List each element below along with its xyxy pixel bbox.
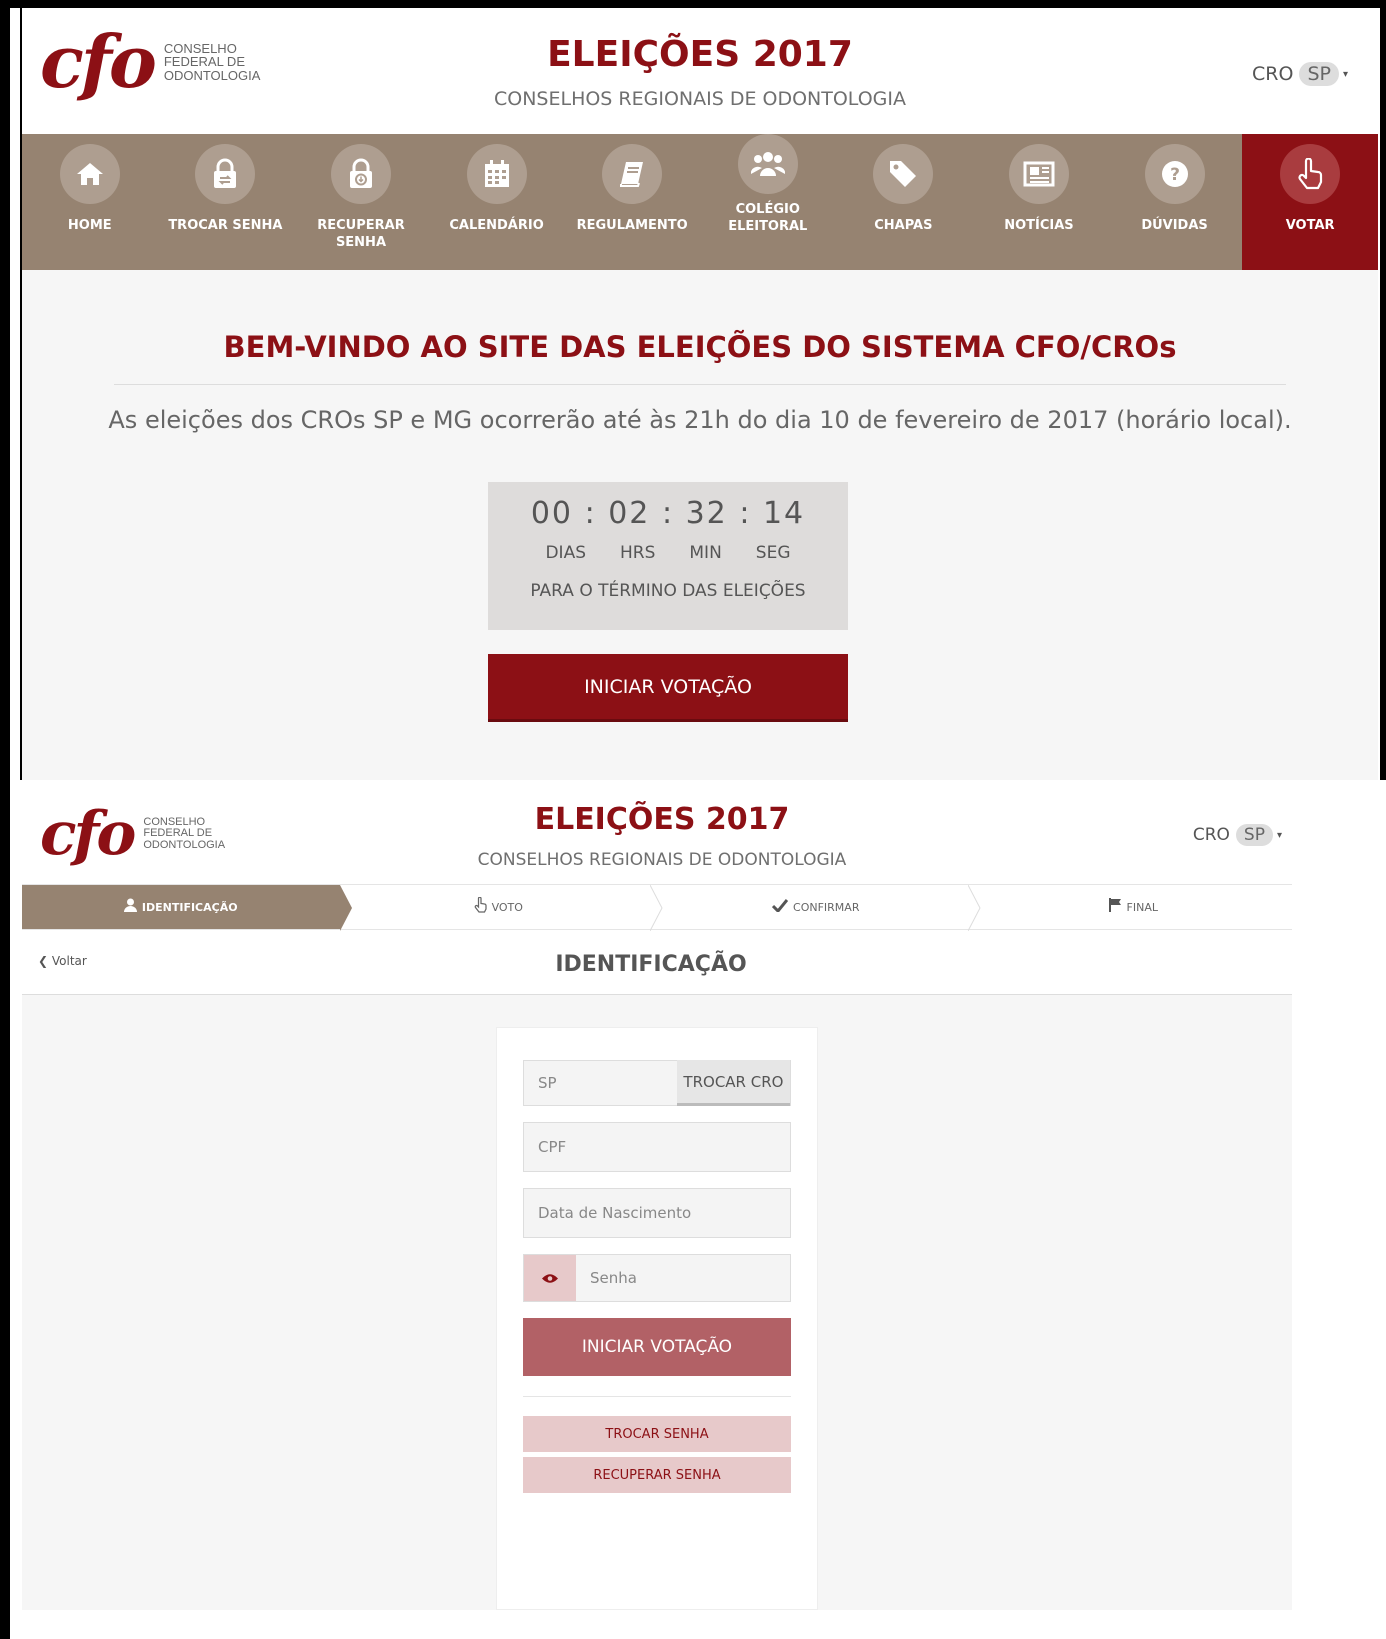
birthdate-input[interactable]: Data de Nascimento bbox=[523, 1188, 791, 1238]
eye-icon[interactable] bbox=[524, 1255, 576, 1301]
nav-item-duvidas[interactable]: ? DÚVIDAS bbox=[1107, 134, 1243, 270]
nav-item-noticias[interactable]: NOTÍCIAS bbox=[971, 134, 1107, 270]
newspaper-icon bbox=[1008, 144, 1069, 204]
nav-label: TROCAR SENHA bbox=[168, 218, 283, 233]
nav-label: VOTAR bbox=[1285, 218, 1335, 233]
book-icon bbox=[602, 144, 663, 204]
nav-label: CALENDÁRIO bbox=[449, 218, 544, 233]
caret-down-icon: ▾ bbox=[1276, 829, 1282, 841]
nav-item-home[interactable]: HOME bbox=[22, 134, 158, 270]
home-screen: cfo CONSELHO FEDERAL DE ODONTOLOGIA ELEI… bbox=[22, 8, 1378, 780]
calendar-icon bbox=[466, 144, 527, 204]
user-icon bbox=[123, 898, 137, 916]
check-icon bbox=[771, 898, 789, 916]
countdown-seconds: 14 bbox=[762, 496, 806, 531]
nav-label: REGULAMENTO bbox=[576, 218, 688, 233]
step-label: IDENTIFICAÇÃO bbox=[141, 900, 238, 914]
swap-cro-button[interactable]: TROCAR CRO bbox=[676, 1060, 790, 1106]
nav-label: CHAPAS bbox=[874, 218, 933, 233]
divider bbox=[114, 384, 1286, 385]
cro-label: CRO bbox=[1192, 825, 1230, 845]
step-confirmar: CONFIRMAR bbox=[657, 885, 981, 931]
page-title: IDENTIFICAÇÃO bbox=[555, 952, 747, 977]
step-label: VOTO bbox=[491, 900, 523, 914]
cro-field-value: SP bbox=[538, 1074, 557, 1092]
site-title: ELEIÇÕES 2017 bbox=[534, 802, 790, 837]
frame-border-top bbox=[0, 0, 1386, 8]
site-subtitle: CONSELHOS REGIONAIS DE ODONTOLOGIA bbox=[477, 850, 847, 870]
password-field: Senha bbox=[523, 1254, 791, 1302]
cpf-placeholder: CPF bbox=[538, 1138, 567, 1156]
identification-screen: cfo CONSELHO FEDERAL DE ODONTOLOGIA ELEI… bbox=[22, 780, 1378, 1639]
nav-label: RECUPERAR SENHA bbox=[317, 218, 405, 250]
countdown-units: DIAS HRS MIN SEG bbox=[488, 543, 848, 563]
home-icon bbox=[59, 144, 120, 204]
countdown-hours: 02 bbox=[608, 496, 651, 531]
question-icon: ? bbox=[1144, 144, 1205, 204]
step-final: FINAL bbox=[975, 885, 1293, 929]
step-voto: VOTO bbox=[340, 885, 663, 931]
countdown-minutes: 32 bbox=[685, 496, 728, 531]
election-notice: As eleições dos CROs SP e MG ocorrerão a… bbox=[108, 406, 1292, 434]
cro-badge: SP bbox=[1299, 62, 1339, 86]
svg-text:?: ? bbox=[1170, 165, 1180, 185]
cro-selector[interactable]: CRO SP ▾ bbox=[1252, 62, 1348, 86]
users-icon bbox=[737, 134, 798, 194]
change-password-button[interactable]: TROCAR SENHA bbox=[523, 1416, 791, 1452]
countdown-values: 00 : 02 : 32 : 14 bbox=[530, 496, 806, 531]
cro-selector[interactable]: CRO SP ▾ bbox=[1193, 824, 1282, 846]
start-voting-button[interactable]: INICIAR VOTAÇÃO bbox=[523, 1318, 791, 1376]
password-input[interactable]: Senha bbox=[576, 1269, 637, 1287]
birthdate-placeholder: Data de Nascimento bbox=[538, 1204, 692, 1222]
cro-label: CRO bbox=[1252, 63, 1294, 85]
cpf-input[interactable]: CPF bbox=[523, 1122, 791, 1172]
start-voting-button[interactable]: INICIAR VOTAÇÃO bbox=[488, 654, 848, 722]
unit-label: MIN bbox=[689, 543, 722, 563]
tag-icon bbox=[873, 144, 934, 204]
frame-border-left bbox=[0, 0, 10, 1639]
step-identificacao: IDENTIFICAÇÃO bbox=[22, 885, 351, 931]
main-nav: HOME TROCAR SENHA RECUPERAR SENHA CALEND… bbox=[22, 134, 1378, 270]
divider bbox=[523, 1396, 791, 1397]
cro-field: SP TROCAR CRO bbox=[523, 1060, 791, 1106]
identification-main: SP TROCAR CRO CPF Data de Nascimento Sen… bbox=[22, 995, 1292, 1610]
nav-item-regulamento[interactable]: REGULAMENTO bbox=[564, 134, 700, 270]
step-label: FINAL bbox=[1126, 900, 1158, 914]
lock-swap-icon bbox=[195, 144, 256, 204]
nav-item-recuperar-senha[interactable]: RECUPERAR SENHA bbox=[293, 134, 429, 270]
site-subtitle: CONSELHOS REGIONAIS DE ODONTOLOGIA bbox=[493, 88, 906, 110]
unit-label: HRS bbox=[620, 543, 656, 563]
login-card: SP TROCAR CRO CPF Data de Nascimento Sen… bbox=[496, 1027, 818, 1610]
nav-item-calendario[interactable]: CALENDÁRIO bbox=[429, 134, 565, 270]
hand-pointer-icon bbox=[474, 896, 487, 917]
logo-org-line: ODONTOLOGIA bbox=[143, 838, 226, 851]
nav-label: COLÉGIO ELEITORAL bbox=[728, 202, 808, 234]
cro-badge: SP bbox=[1235, 824, 1273, 846]
hand-pointer-icon bbox=[1280, 144, 1341, 204]
nav-label: HOME bbox=[67, 218, 112, 233]
unit-label: SEG bbox=[755, 543, 791, 563]
nav-item-trocar-senha[interactable]: TROCAR SENHA bbox=[158, 134, 294, 270]
nav-label: DÚVIDAS bbox=[1141, 218, 1208, 233]
countdown-days: 00 bbox=[530, 496, 574, 531]
caret-down-icon: ▾ bbox=[1342, 68, 1348, 80]
nav-item-chapas[interactable]: CHAPAS bbox=[836, 134, 972, 270]
recover-password-button[interactable]: RECUPERAR SENHA bbox=[523, 1457, 791, 1493]
welcome-heading: BEM-VINDO AO SITE DAS ELEIÇÕES DO SISTEM… bbox=[223, 330, 1177, 364]
lock-recover-icon bbox=[330, 144, 391, 204]
nav-item-votar[interactable]: VOTAR bbox=[1242, 134, 1378, 270]
step-label: CONFIRMAR bbox=[793, 900, 860, 914]
nav-label: NOTÍCIAS bbox=[1004, 218, 1074, 233]
unit-label: DIAS bbox=[545, 543, 586, 563]
site-title: ELEIÇÕES 2017 bbox=[547, 34, 853, 75]
nav-item-colegio-eleitoral[interactable]: COLÉGIO ELEITORAL bbox=[700, 134, 836, 270]
home-main: BEM-VINDO AO SITE DAS ELEIÇÕES DO SISTEM… bbox=[22, 270, 1378, 780]
countdown-caption: PARA O TÉRMINO DAS ELEIÇÕES bbox=[530, 581, 806, 601]
countdown-box: 00 : 02 : 32 : 14 DIAS HRS MIN SEG PARA … bbox=[488, 482, 848, 630]
frame-border-right bbox=[1380, 0, 1386, 780]
voting-steps: IDENTIFICAÇÃO VOTO CONFIRMAR FINAL bbox=[22, 884, 1293, 931]
flag-icon bbox=[1108, 898, 1122, 916]
